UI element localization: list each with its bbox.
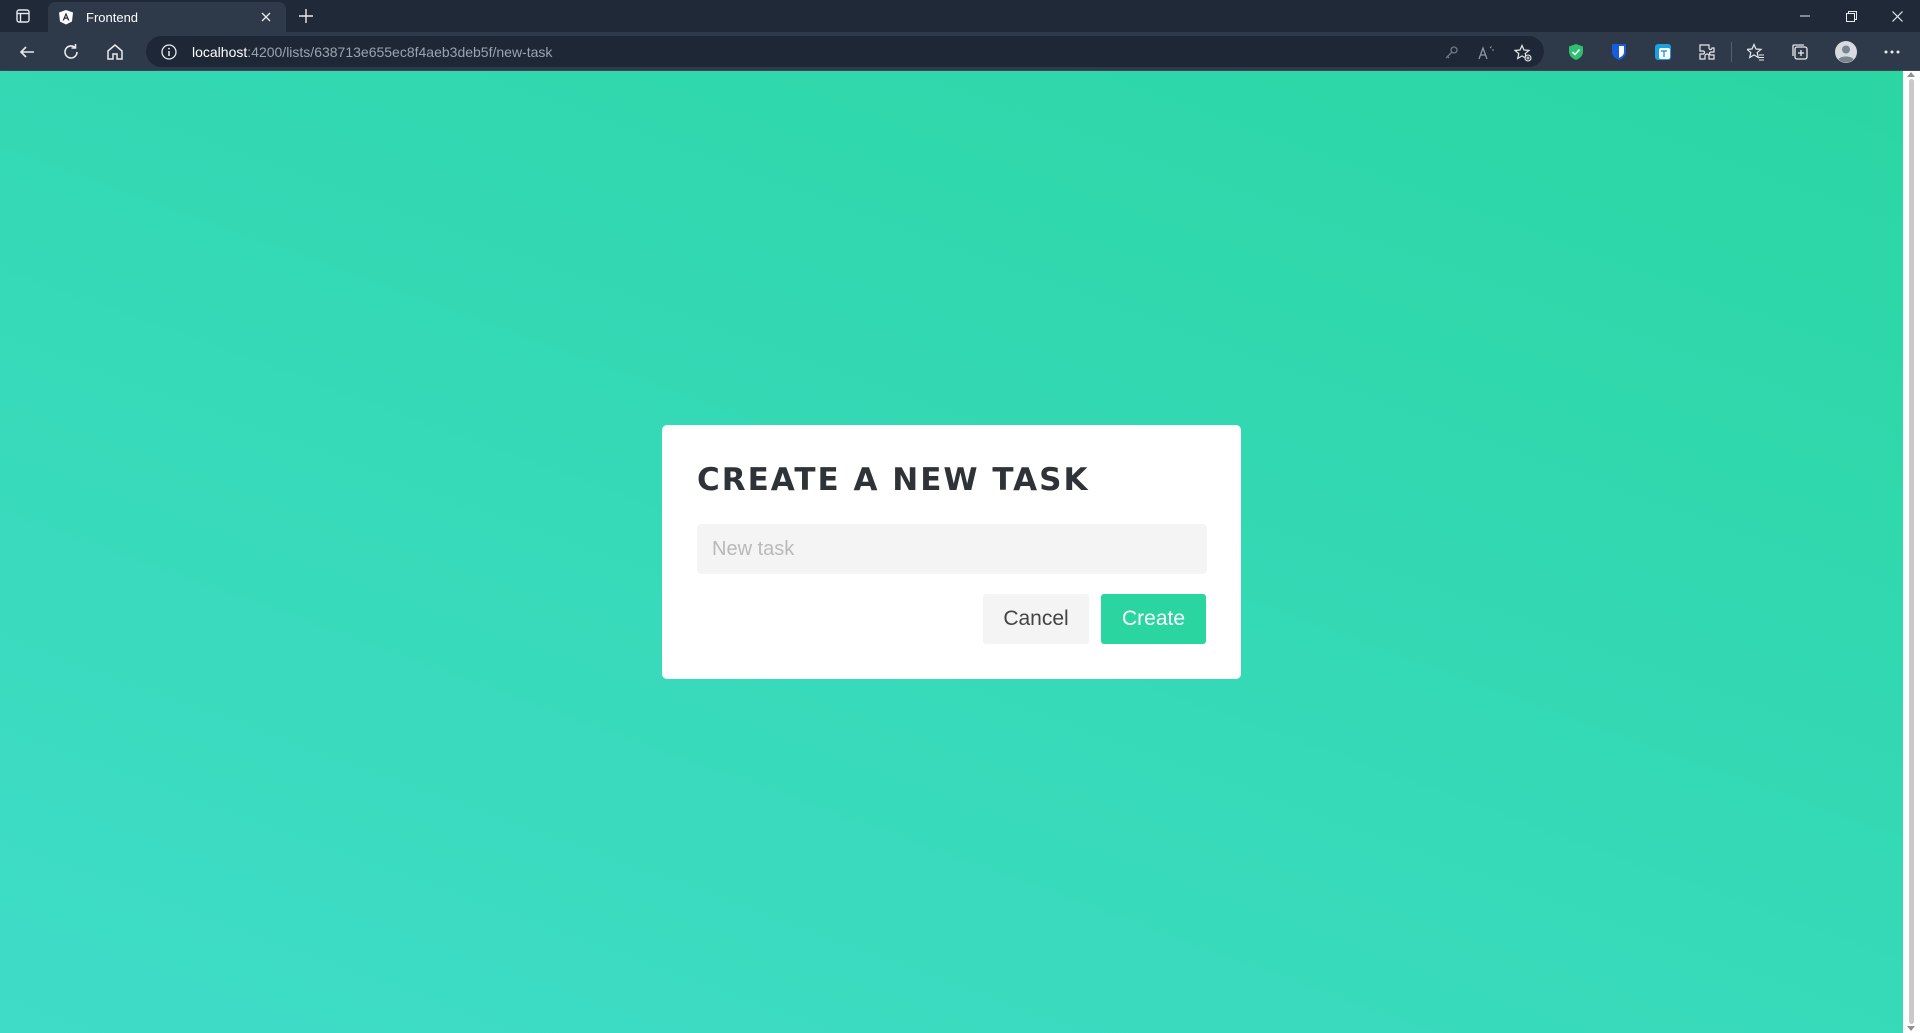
browser-toolbar: localhost:4200/lists/638713e655ec8f4aeb3…: [0, 32, 1920, 71]
tab-actions-button[interactable]: [0, 0, 46, 32]
address-bar[interactable]: localhost:4200/lists/638713e655ec8f4aeb3…: [146, 36, 1544, 67]
minimize-icon[interactable]: [1782, 0, 1828, 32]
translate-extension-icon[interactable]: [1648, 37, 1678, 67]
profile-avatar-icon[interactable]: [1831, 37, 1861, 67]
new-tab-icon[interactable]: [294, 4, 318, 28]
add-favorite-icon[interactable]: [1512, 42, 1534, 64]
restore-icon[interactable]: [1828, 0, 1874, 32]
shield-extension-icon[interactable]: [1561, 37, 1591, 67]
scroll-up-arrow-icon[interactable]: [1907, 72, 1915, 77]
scroll-down-arrow-icon[interactable]: [1907, 1026, 1915, 1031]
scrollbar-thumb[interactable]: [1909, 79, 1914, 1024]
back-icon[interactable]: [12, 37, 42, 67]
close-window-icon[interactable]: [1874, 0, 1920, 32]
tab-title: Frontend: [86, 9, 139, 25]
dialog-actions: Cancel Create: [983, 594, 1206, 644]
new-task-dialog: CREATE A NEW TASK Cancel Create: [662, 425, 1241, 679]
dialog-title: CREATE A NEW TASK: [697, 462, 1090, 498]
tab-frontend[interactable]: Frontend: [48, 2, 286, 32]
url-text: localhost:4200/lists/638713e655ec8f4aeb3…: [192, 44, 552, 60]
browser-tab-strip: Frontend: [0, 0, 1920, 32]
tab-close-icon[interactable]: [256, 7, 276, 27]
refresh-icon[interactable]: [56, 37, 86, 67]
angular-favicon-icon: [58, 9, 74, 25]
url-path: :4200/lists/638713e655ec8f4aeb3deb5f/new…: [247, 43, 553, 60]
collections-icon[interactable]: [1785, 37, 1815, 67]
favorites-icon[interactable]: [1741, 37, 1771, 67]
url-host: localhost: [192, 43, 248, 60]
tab-actions-icon: [16, 9, 30, 23]
vertical-scrollbar[interactable]: [1903, 71, 1920, 1033]
create-button[interactable]: Create: [1101, 594, 1206, 644]
read-aloud-icon[interactable]: [1476, 42, 1498, 64]
site-info-icon[interactable]: [160, 43, 178, 61]
extensions-icon[interactable]: [1692, 37, 1722, 67]
bitwarden-extension-icon[interactable]: [1604, 37, 1634, 67]
new-task-input[interactable]: [697, 524, 1207, 574]
more-options-icon[interactable]: [1877, 37, 1907, 67]
home-icon[interactable]: [100, 37, 130, 67]
cancel-button[interactable]: Cancel: [983, 594, 1089, 644]
key-icon[interactable]: [1440, 42, 1462, 64]
toolbar-separator: [1731, 42, 1732, 62]
